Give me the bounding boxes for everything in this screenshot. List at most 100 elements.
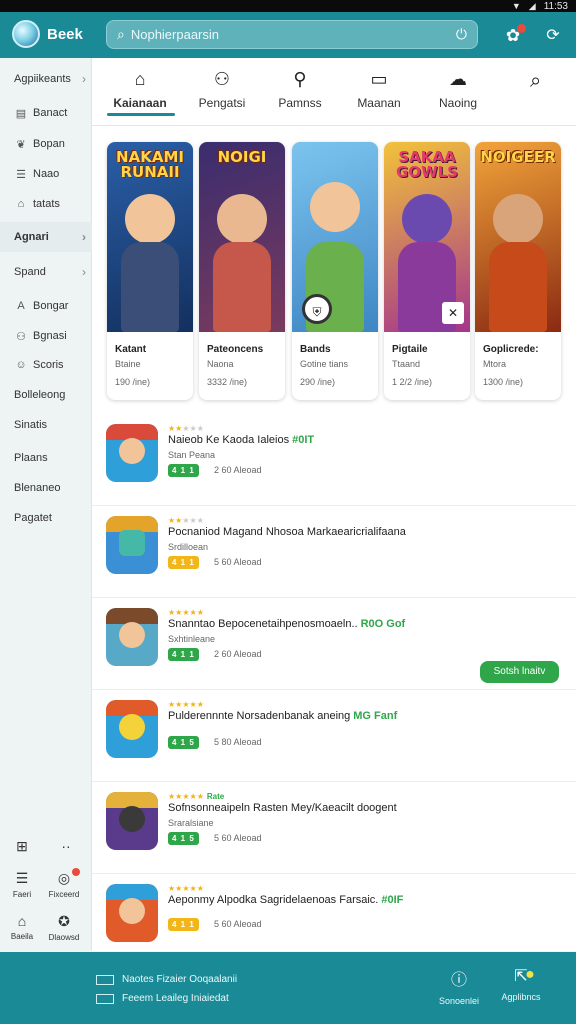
tab-label: Kaianaan [113,96,167,110]
a-icon: A [17,300,25,312]
people-icon: ⚇ [16,330,26,343]
sidebar-item-0[interactable]: Agpiikeants › [0,64,92,94]
featured-card[interactable]: NAKAMI RUNAII Katant Btaine 190 /ine) [107,142,193,400]
shield-icon: ⛨ [302,294,332,324]
list-item[interactable]: ★★★★★ Pocnaniod Magand Nhosoa Markaearic… [92,506,576,598]
sidebar-list-button[interactable]: ⊞ [2,838,42,858]
sidebar-item-13[interactable]: Blenaneo [0,473,92,503]
footer-button-label: Sonoenlei [438,996,480,1006]
sidebar-item-label: Spand [14,266,46,278]
character-icon [217,194,267,244]
sidebar-more-button[interactable]: ·· [46,838,86,857]
card-meta: 3332 /ine) [207,377,248,387]
rating-stars: ★★★★★ Rate [168,792,225,801]
character-face [119,714,145,740]
sidebar-bottom-label: Faeri [12,890,32,899]
sidebar-bottom-faeri[interactable]: ☰ Faeri [2,870,42,899]
list-item[interactable]: ★★★★★ Snanntao Bepocenetaihpenosmoaeln..… [92,598,576,690]
logo-icon[interactable] [12,20,40,48]
sidebar-item-9[interactable]: ☺ Scoris [0,350,92,380]
sidebar-item-7[interactable]: A Bongar [0,291,92,321]
sidebar-item-2[interactable]: ❦ Bopan [0,129,92,159]
sidebar-bottom-fixceerd[interactable]: ◎ Fixceerd [44,868,84,899]
list-item-title: Snanntao Bepocenetaihpenosmoaeln.. R0O Go… [168,618,405,630]
download-count: 2 60 Aleoad [214,649,262,659]
list-item[interactable]: ★★★★★ Rate Sofnsonneaipeln Rasten Mey/Kae… [92,782,576,874]
footer-link[interactable]: Feeem Leaileg Iniaiedat [96,993,229,1004]
sidebar-item-14[interactable]: Pagatet [0,503,92,533]
card-meta: 190 /ine) [115,377,151,387]
sidebar-item-4[interactable]: ⌂ tatats [0,189,92,219]
sidebar-item-3[interactable]: ☰ Naao [0,159,92,189]
controller-icon: ✪ [58,913,70,929]
install-button[interactable]: Sotsh lnaitv [480,661,559,683]
leaf-icon: ❦ [16,138,26,151]
sidebar-item-10[interactable]: Bolleleong [0,380,92,410]
mic-icon[interactable]: ⏻ [456,26,467,43]
sidebar-item-11[interactable]: Sinatis [0,410,92,440]
sidebar-item-1[interactable]: ▤ Banact [0,98,92,128]
search-bar[interactable]: ⌕ ⏻ [106,20,478,49]
rating-badge: 4 1 1 [168,918,199,931]
list-item-title: Pulderennnte Norsadenbanak aneing MG Fanf [168,710,397,722]
sidebar-item-label: Naao [33,168,60,180]
character-face [119,438,145,464]
sidebar-item-label: Bolleleong [14,389,66,401]
tab-kaianaan[interactable]: ⌂ Kaianaan [100,68,180,110]
title-text: Pulderennnte Norsadenbanak aneing [168,710,351,722]
download-count: 5 60 Aleoad [214,833,262,843]
sidebar-item-5[interactable]: Agnari › [0,222,92,252]
card-name: Pigtaile [392,344,428,355]
featured-card[interactable]: NOIGEER Goplicrede: Mtora 1300 /ine) [475,142,561,400]
tab-naoing[interactable]: ☁ Naoing [418,68,498,110]
pin-icon: ⚲ [293,69,307,89]
footer-link-label: Naotes Fizaier Ooqaalanii [122,974,238,985]
people-icon: ⚇ [213,69,231,89]
search-input[interactable] [130,27,431,42]
character-icon [493,194,543,244]
search-icon[interactable]: ⌕ [530,70,541,93]
featured-card[interactable]: ⛨ Bands Gotine tians 290 /ine) [292,142,378,400]
list-item-subtitle: Sraralsiane [168,818,214,828]
sidebar-item-8[interactable]: ⚇ Bgnasi [0,321,92,351]
tab-maanan[interactable]: ▭ Maanan [339,68,419,110]
sidebar-item-label: Scoris [33,359,64,371]
list-item[interactable]: ★★★★★ Naieob Ke Kaoda Ialeios #0IT Stan P… [92,414,576,506]
sidebar-item-6[interactable]: Spand › [0,257,92,287]
tab-pamnss[interactable]: ⚲ Pamnss [260,68,340,110]
message-icon: ▭ [370,69,388,89]
chevron-right-icon: › [82,72,86,86]
info-icon: ⓘ [450,972,467,989]
list-item-subtitle: Srdilloean [168,542,209,552]
title-tag: #0IF [381,894,404,906]
list-item-title: Aeponmy Alpodka Sagridelaenoas Farsaic. #… [168,894,403,906]
more-icon: ·· [61,838,71,854]
featured-card[interactable]: SAKAA GOWLS ✕ Pigtaile Ttaand 1 2/2 /ine… [384,142,470,400]
list-item[interactable]: ★★★★★ Pulderennnte Norsadenbanak aneing M… [92,690,576,782]
footer-info-button[interactable]: ⓘ Sonoenlei [428,966,490,1006]
card-artwork: NOIGEER [475,142,561,332]
download-count: 5 80 Aleoad [214,737,262,747]
sidebar-item-12[interactable]: Plaans [0,443,92,473]
featured-card[interactable]: NOIGI Pateoncens Naona 3332 /ine) [199,142,285,400]
notification-badge [517,24,526,33]
sidebar-bottom-dlaowsd[interactable]: ✪ Dlaowsd [44,913,84,942]
footer-link[interactable]: Naotes Fizaier Ooqaalanii [96,974,237,985]
game-icon [106,424,158,482]
footer-globe-button[interactable]: ● [510,966,550,990]
sidebar-bottom-label: Fixceerd [48,890,80,899]
list-item-title: Pocnaniod Magand Nhosoa Markaearicrialif… [168,526,406,538]
refresh-icon[interactable]: ⟳ [543,26,563,46]
puzzle-icon: ☁ [449,69,467,89]
status-bar: ▼ ◢ 11:53 [0,0,576,12]
title-text: Aeponmy Alpodka Sagridelaenoas Farsaic. [168,894,379,906]
character-body [213,242,271,332]
tab-pengatsi[interactable]: ⚇ Pengatsi [182,68,262,110]
game-icon [106,608,158,666]
tab-bar: ⌂ Kaianaan ⚇ Pengatsi ⚲ Pamnss ▭ Maanan … [92,58,576,126]
sidebar-bottom-baeila[interactable]: ⌂ Baeila [2,913,42,941]
sidebar-item-label: Bgnasi [33,330,67,342]
title-text: Snanntao Bepocenetaihpenosmoaeln.. [168,618,358,630]
sidebar: Agpiikeants › ▤ Banact ❦ Bopan ☰ Naao ⌂ … [0,58,92,951]
x-icon: ✕ [442,302,464,324]
